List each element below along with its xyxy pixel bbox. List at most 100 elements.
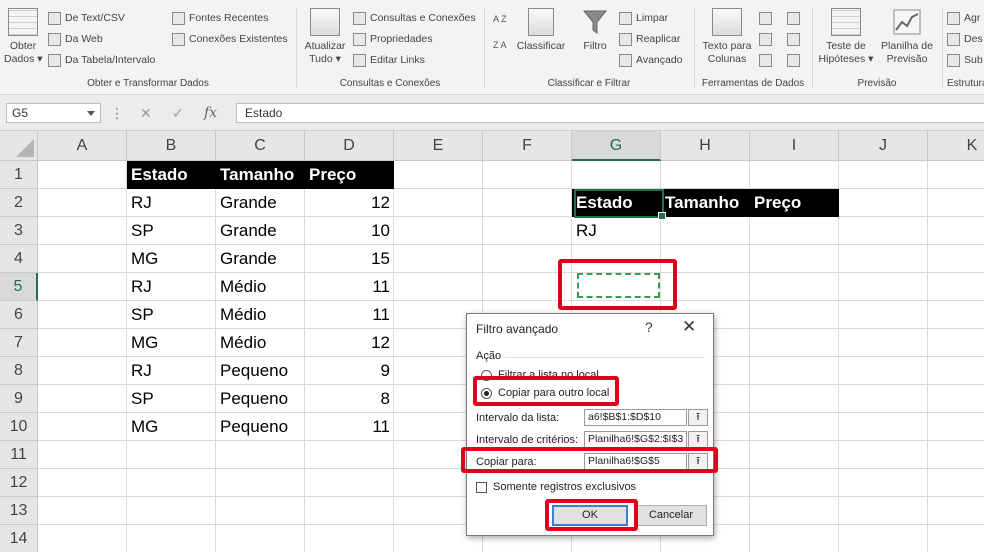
close-icon[interactable]: ✕ (682, 317, 696, 337)
column-header-a[interactable]: A (38, 131, 127, 161)
table-cell[interactable]: 11 (305, 273, 394, 301)
help-button[interactable]: ? (645, 319, 653, 335)
table-cell[interactable]: MG (127, 413, 216, 441)
refresh-all-button[interactable]: Atualizar Tudo ▾ (303, 8, 347, 66)
criteria-range-collapse-button[interactable]: ⭱ (688, 431, 708, 448)
table-cell[interactable]: 11 (305, 301, 394, 329)
table-cell[interactable]: Grande (216, 217, 305, 245)
ungroup-button[interactable]: Des (947, 31, 983, 47)
row-header-2[interactable]: 2 (0, 189, 38, 217)
remove-duplicates-icon[interactable] (759, 33, 772, 46)
copy-to-input[interactable]: Planilha6!$G$5 (584, 453, 687, 470)
column-header-b[interactable]: B (127, 131, 216, 161)
row-header-5[interactable]: 5 (0, 273, 38, 301)
column-header-c[interactable]: C (216, 131, 305, 161)
get-data-button[interactable]: Obter Dados ▾ (4, 8, 43, 66)
table-cell[interactable]: SP (127, 217, 216, 245)
column-header-f[interactable]: F (483, 131, 572, 161)
ok-button[interactable]: OK (552, 505, 628, 526)
table-cell[interactable]: 10 (305, 217, 394, 245)
column-header-k[interactable]: K (928, 131, 984, 161)
from-text-csv-button[interactable]: De Text/CSV (48, 10, 125, 26)
more-options-icon[interactable]: ⋮ (110, 103, 124, 123)
radio-copy-to-location[interactable] (481, 388, 492, 399)
list-range-input[interactable]: a6!$B$1:$D$10 (584, 409, 687, 426)
properties-button[interactable]: Propriedades (353, 31, 432, 47)
column-header-j[interactable]: J (839, 131, 928, 161)
filter-button[interactable]: Filtro (577, 8, 613, 53)
criteria-range-input[interactable]: Planilha6!$G$2:$I$3 (584, 431, 687, 448)
criteria-header-h2[interactable]: Tamanho (661, 189, 750, 217)
text-to-columns-button[interactable]: Texto para Colunas (699, 8, 755, 66)
flash-fill-icon[interactable] (759, 12, 772, 25)
sort-az-button[interactable]: A Z (493, 14, 507, 25)
row-header-1[interactable]: 1 (0, 161, 38, 189)
row-header-7[interactable]: 7 (0, 329, 38, 357)
criteria-header-i2[interactable]: Preço (750, 189, 839, 217)
table-cell[interactable]: 8 (305, 385, 394, 413)
clear-filter-button[interactable]: Limpar (619, 10, 668, 26)
enter-icon[interactable]: ✓ (172, 103, 184, 123)
table-cell[interactable]: Pequeno (216, 357, 305, 385)
table-cell[interactable]: Pequeno (216, 413, 305, 441)
insert-function-icon[interactable]: fx (204, 103, 217, 123)
data-validation-icon[interactable] (759, 54, 772, 67)
consolidate-icon[interactable] (787, 12, 800, 25)
select-all-button[interactable] (0, 131, 38, 161)
recent-sources-button[interactable]: Fontes Recentes (172, 10, 268, 26)
row-header-14[interactable]: 14 (0, 525, 38, 552)
criteria-cell-g3[interactable]: RJ (572, 217, 661, 245)
cell-b1[interactable]: Estado (127, 161, 216, 189)
name-box[interactable]: G5 (6, 103, 101, 123)
edit-links-button[interactable]: Editar Links (353, 52, 425, 68)
queries-connections-button[interactable]: Consultas e Conexões (353, 10, 476, 26)
table-cell[interactable]: RJ (127, 357, 216, 385)
table-cell[interactable]: Grande (216, 189, 305, 217)
forecast-sheet-button[interactable]: Planilha de Previsão (877, 8, 937, 66)
sort-button[interactable]: Classificar (513, 8, 569, 53)
table-cell[interactable]: Médio (216, 273, 305, 301)
table-cell[interactable]: Médio (216, 329, 305, 357)
relationships-icon[interactable] (787, 33, 800, 46)
table-cell[interactable]: MG (127, 329, 216, 357)
unique-records-checkbox[interactable] (476, 482, 487, 493)
table-cell[interactable]: RJ (127, 273, 216, 301)
table-cell[interactable]: MG (127, 245, 216, 273)
row-header-8[interactable]: 8 (0, 357, 38, 385)
column-header-i[interactable]: I (750, 131, 839, 161)
table-cell[interactable]: SP (127, 301, 216, 329)
row-header-13[interactable]: 13 (0, 497, 38, 525)
row-header-12[interactable]: 12 (0, 469, 38, 497)
list-range-collapse-button[interactable]: ⭱ (688, 409, 708, 426)
row-header-3[interactable]: 3 (0, 217, 38, 245)
table-cell[interactable]: RJ (127, 189, 216, 217)
table-cell[interactable]: Grande (216, 245, 305, 273)
row-header-6[interactable]: 6 (0, 301, 38, 329)
radio-filter-in-place[interactable] (481, 370, 492, 381)
column-header-e[interactable]: E (394, 131, 483, 161)
table-cell[interactable]: 12 (305, 189, 394, 217)
from-web-button[interactable]: Da Web (48, 31, 103, 47)
data-model-icon[interactable] (787, 54, 800, 67)
column-header-d[interactable]: D (305, 131, 394, 161)
table-cell[interactable]: 9 (305, 357, 394, 385)
subtotal-button[interactable]: Sub (947, 52, 983, 68)
table-cell[interactable]: Médio (216, 301, 305, 329)
advanced-filter-button[interactable]: Avançado (619, 52, 683, 68)
what-if-analysis-button[interactable]: Teste de Hipóteses ▾ (817, 8, 875, 66)
copy-to-collapse-button[interactable]: ⭱ (688, 453, 708, 470)
row-header-10[interactable]: 10 (0, 413, 38, 441)
group-button[interactable]: Agr (947, 10, 980, 26)
reapply-button[interactable]: Reaplicar (619, 31, 680, 47)
formula-input[interactable]: Estado (236, 103, 984, 123)
cancel-icon[interactable]: ✕ (140, 103, 152, 123)
cell-d1[interactable]: Preço (305, 161, 394, 189)
existing-connections-button[interactable]: Conexões Existentes (172, 31, 288, 47)
table-cell[interactable]: 12 (305, 329, 394, 357)
from-table-range-button[interactable]: Da Tabela/Intervalo (48, 52, 155, 68)
cancel-button[interactable]: Cancelar (635, 505, 707, 526)
cell-c1[interactable]: Tamanho (216, 161, 305, 189)
row-header-9[interactable]: 9 (0, 385, 38, 413)
row-header-4[interactable]: 4 (0, 245, 38, 273)
table-cell[interactable]: Pequeno (216, 385, 305, 413)
